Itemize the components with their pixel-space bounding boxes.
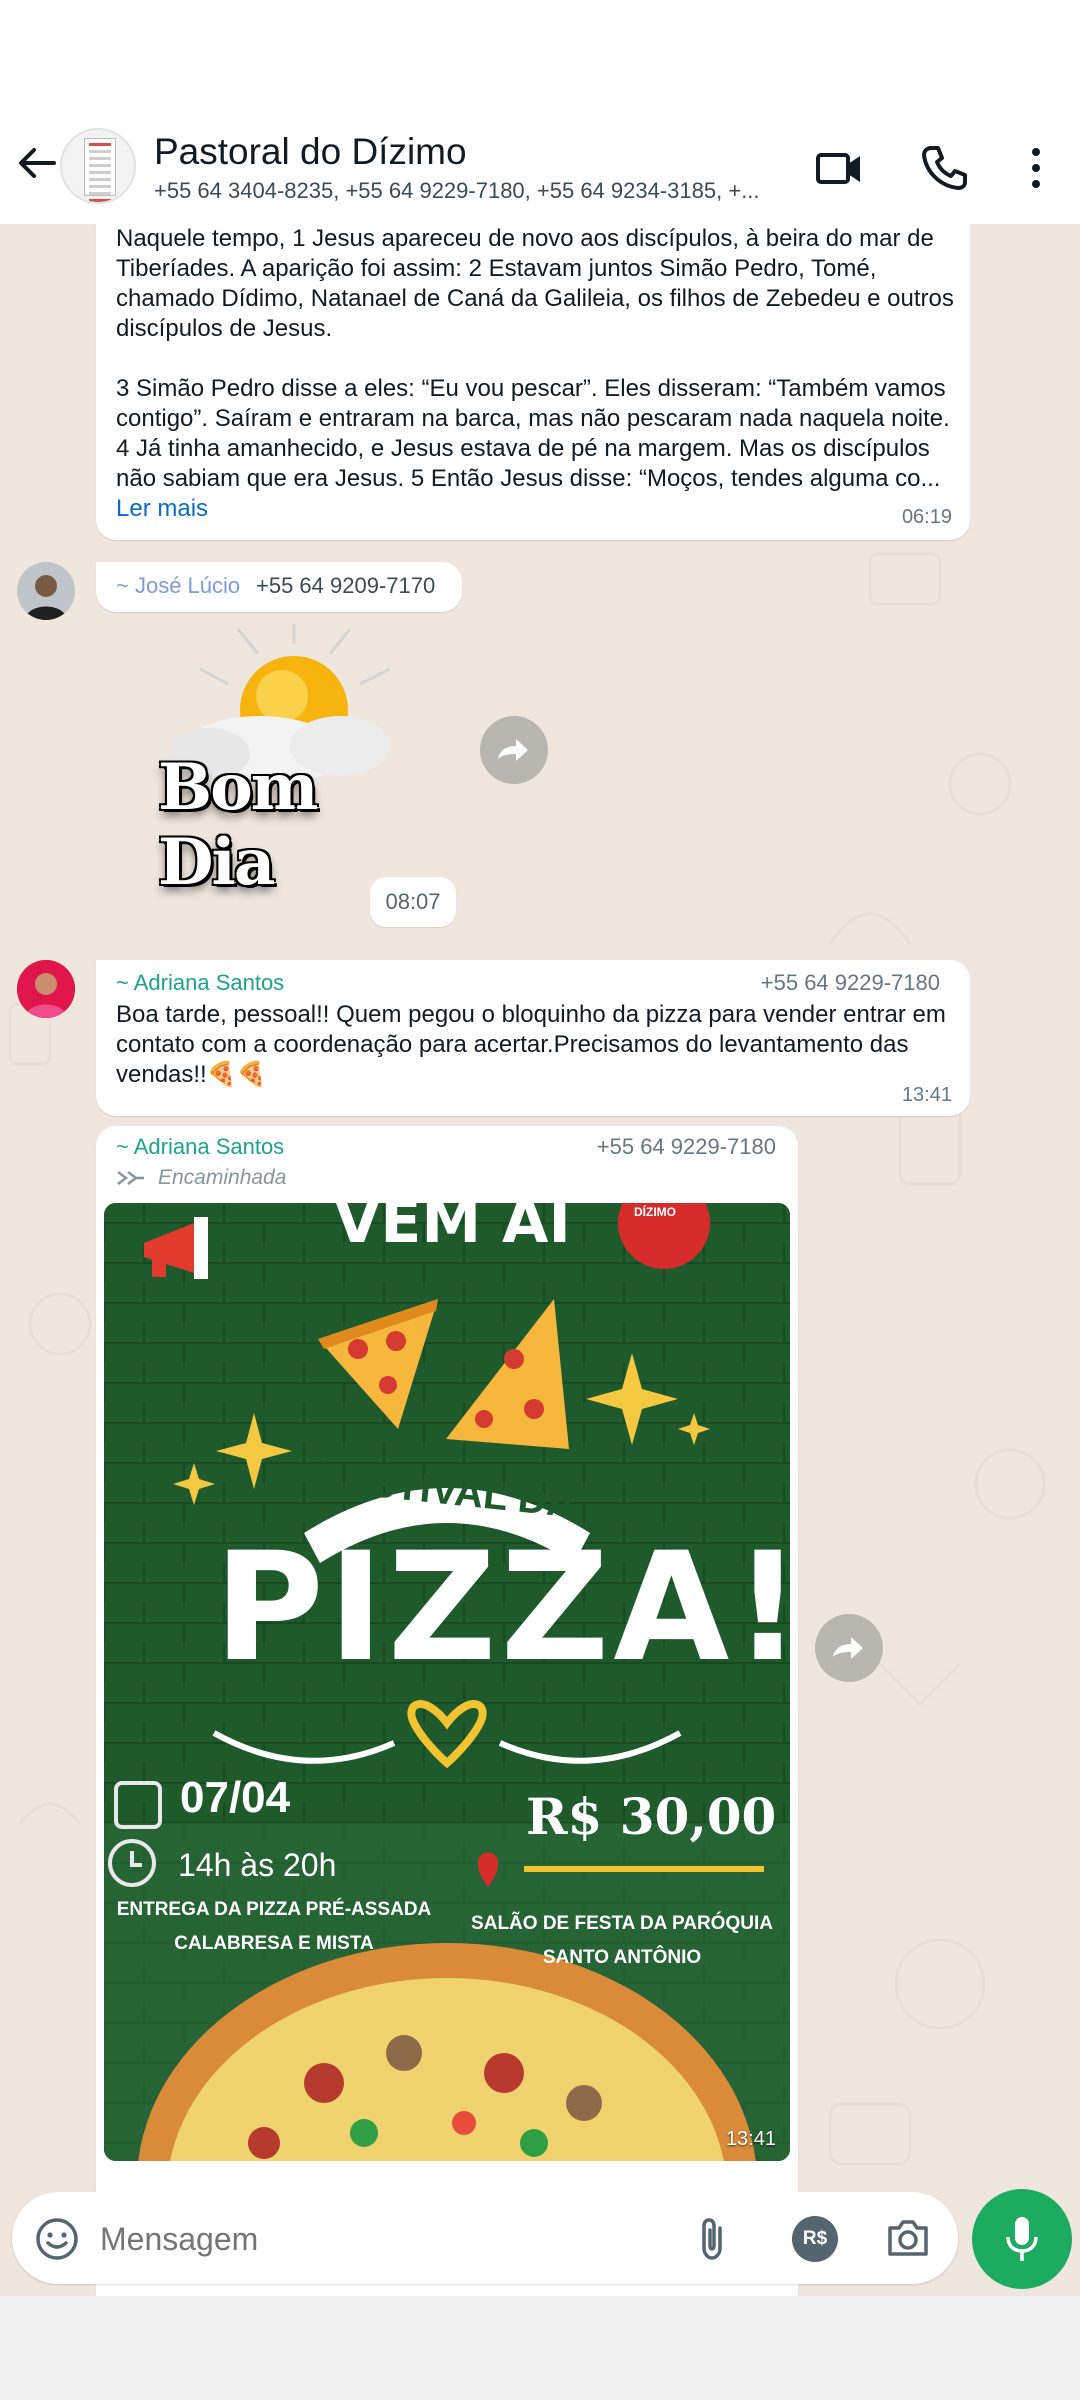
poster-venue-line-1: SALÃO DE FESTA DA PARÓQUIA [471,1913,773,1934]
read-more-link[interactable]: Ler mais [116,495,208,522]
forwarded-text: Encaminhada [158,1166,287,1189]
poster-price: R$ 30,00 [526,1787,777,1846]
group-avatar[interactable] [60,128,136,204]
camera-icon[interactable] [884,2216,932,2260]
chat-info[interactable]: Pastoral do Dízimo +55 64 3404-8235, +55… [154,128,794,206]
voice-call-icon[interactable] [916,140,972,196]
sender-header-bubble: ~ José Lúcio +55 64 9209-7170 [96,562,462,612]
back-arrow-icon[interactable] [14,140,60,186]
sender-avatar[interactable] [17,960,75,1018]
poster-venue-line-2: SANTO ANTÔNIO [542,1947,702,1968]
forward-button[interactable] [480,716,548,784]
sender-phone: +55 64 9229-7180 [760,970,940,995]
microphone-icon [1006,2217,1038,2261]
message-text: Naquele tempo, 1 Jesus apareceu de novo … [116,225,954,522]
poster-hours: 14h às 20h [178,1847,337,1883]
sender-name[interactable]: ~ Adriana Santos [116,970,284,996]
emoji-icon[interactable] [34,2216,80,2262]
poster-badge-text: DÍZIMO [634,1205,676,1219]
festival-pizza-image[interactable]: VEM AÍ DÍZIMO FESTIVAL DA PIZZA! 07/04 1… [104,1203,790,2161]
forwarded-label: Encaminhada [116,1166,286,1190]
message-time: 06:19 [901,506,952,528]
sender-avatar[interactable] [17,562,75,620]
forward-icon [498,739,528,761]
time-divider: 08:07 [370,877,456,927]
payment-icon[interactable]: R$ [792,2216,838,2262]
system-navigation-bar [0,2296,1080,2400]
forward-button[interactable] [815,1614,883,1682]
sender-phone: +55 64 9229-7180 [596,1134,776,1159]
chat-header: Pastoral do Dízimo +55 64 3404-8235, +55… [0,120,1080,224]
poster-top-text: VEM AÍ [334,1203,571,1257]
attach-icon[interactable] [692,2214,732,2264]
sender-phone: +55 64 9209-7170 [256,573,436,598]
poster-pizza-text: PIZZA! [214,1521,790,1695]
poster-delivery-line-2: CALABRESA E MISTA [174,1933,374,1954]
message-time: 13:41 [901,1084,952,1106]
chat-title: Pastoral do Dízimo [154,131,467,172]
forward-icon [833,1637,863,1659]
message-input-bar: R$ [12,2192,958,2284]
message-input[interactable] [100,2214,660,2264]
status-bar [0,0,1080,120]
message-bubble[interactable]: ~ Adriana Santos +55 64 9229-7180 Boa ta… [96,960,970,1116]
sender-name[interactable]: ~ José Lúcio [116,573,240,599]
image-time: 13:41 [725,2128,776,2150]
message-bubble[interactable]: Naquele tempo, 1 Jesus apareceu de novo … [96,224,970,540]
poster-delivery-line-1: ENTREGA DA PIZZA PRÉ-ASSADA [116,1899,432,1920]
message-text: Boa tarde, pessoal!! Quem pegou o bloqui… [116,1001,953,1088]
payment-icon-label: R$ [802,2228,828,2249]
forwarded-icon [117,1171,144,1185]
more-options-icon[interactable] [1008,140,1064,196]
video-call-icon[interactable] [812,140,868,196]
voice-message-button[interactable] [972,2189,1072,2289]
poster-date: 07/04 [180,1773,291,1822]
sender-name[interactable]: ~ Adriana Santos [116,1134,284,1160]
chat-members: +55 64 3404-8235, +55 64 9229-7180, +55 … [154,178,760,203]
